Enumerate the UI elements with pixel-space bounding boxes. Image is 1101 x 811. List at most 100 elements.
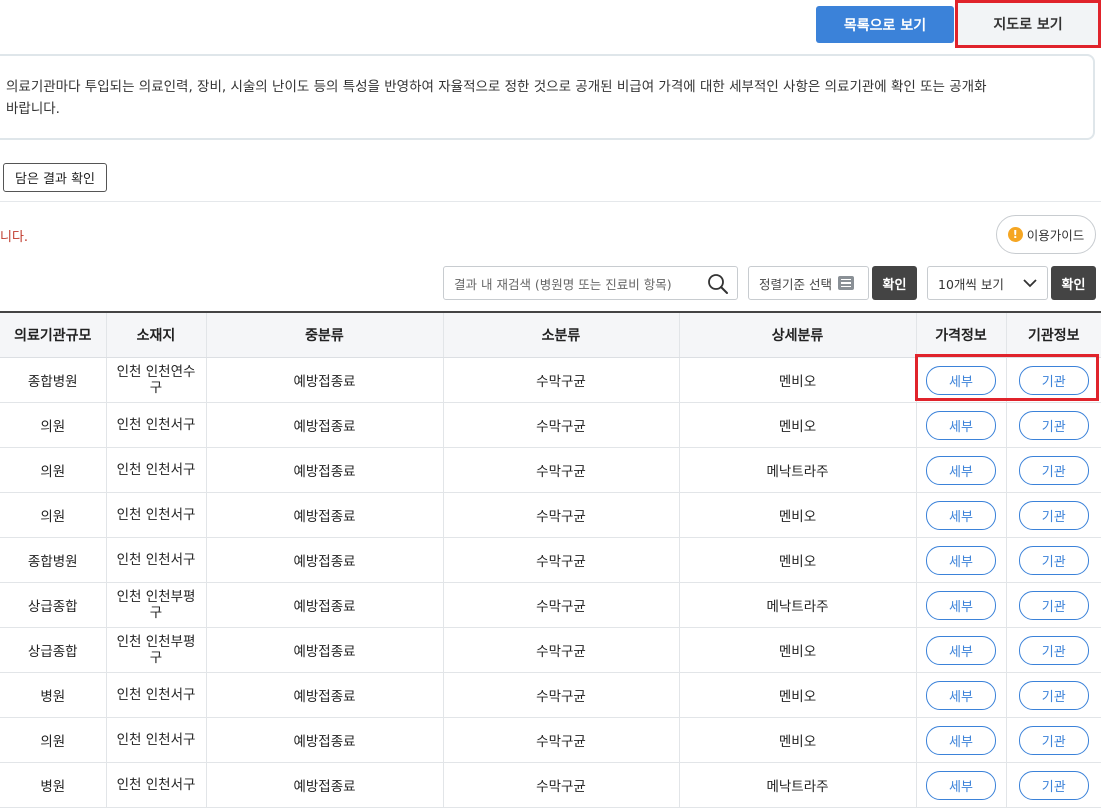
table-header-row: 의료기관규모 소재지 중분류 소분류 상세분류 가격정보 기관정보 <box>0 312 1101 358</box>
cell-detail-category: 멘비오 <box>678 717 916 763</box>
col-header-detail-category: 상세분류 <box>678 312 916 358</box>
institution-cell: 기관 <box>1005 492 1101 538</box>
results-table: 의료기관규모 소재지 중분류 소분류 상세분류 가격정보 기관정보 종합병원 인천… <box>0 311 1101 808</box>
cell-sub-category: 수막구균 <box>442 402 679 448</box>
info-icon: ! <box>1007 227 1023 242</box>
detail-button[interactable]: 세부 <box>926 545 996 575</box>
detail-button[interactable]: 세부 <box>926 500 996 530</box>
col-header-sub-category: 소분류 <box>442 312 679 358</box>
table-row: 병원 인천 인천서구 예방접종료 수막구균 메낙트라주 세부 기관 <box>0 762 1101 808</box>
cell-size: 종합병원 <box>0 537 106 583</box>
cell-size: 병원 <box>0 672 106 718</box>
list-view-button[interactable]: 목록으로 보기 <box>816 6 954 43</box>
institution-button[interactable]: 기관 <box>1018 635 1089 665</box>
user-guide-button[interactable]: ! 이용가이드 <box>996 215 1096 254</box>
institution-cell: 기관 <box>1005 537 1101 583</box>
sort-confirm-button[interactable]: 확인 <box>872 266 917 300</box>
cell-mid-category: 예방접종료 <box>205 537 443 583</box>
list-icon <box>837 276 854 290</box>
warning-text: 니다. <box>0 230 29 245</box>
cell-mid-category: 예방접종료 <box>205 762 443 808</box>
cell-sub-category: 수막구균 <box>442 717 679 763</box>
institution-cell: 기관 <box>1005 717 1101 763</box>
table-row: 상급종합 인천 인천부평구 예방접종료 수막구균 메낙트라주 세부 기관 <box>0 582 1101 628</box>
page-size-confirm-button[interactable]: 확인 <box>1051 266 1096 300</box>
map-view-button[interactable]: 지도로 보기 <box>955 0 1101 48</box>
cell-size: 병원 <box>0 762 106 808</box>
cell-location: 인천 인천서구 <box>105 402 206 448</box>
table-row: 의원 인천 인천서구 예방접종료 수막구균 멘비오 세부 기관 <box>0 717 1101 763</box>
institution-button[interactable]: 기관 <box>1018 680 1089 710</box>
detail-cell: 세부 <box>915 762 1006 808</box>
institution-cell: 기관 <box>1005 762 1101 808</box>
cell-detail-category: 멘비오 <box>678 402 916 448</box>
detail-button[interactable]: 세부 <box>926 410 996 440</box>
col-header-institution-info: 기관정보 <box>1005 312 1101 358</box>
cell-size: 의원 <box>0 447 106 493</box>
institution-button[interactable]: 기관 <box>1018 590 1089 620</box>
institution-button[interactable]: 기관 <box>1018 770 1089 800</box>
sort-select-label: 정렬기준 선택 <box>759 276 832 292</box>
chevron-down-icon <box>1023 278 1037 287</box>
detail-button[interactable]: 세부 <box>926 365 996 395</box>
col-header-size: 의료기관규모 <box>0 312 106 358</box>
search-icon[interactable] <box>707 273 729 295</box>
cell-detail-category: 멘비오 <box>678 537 916 583</box>
table-row: 의원 인천 인천서구 예방접종료 수막구균 멘비오 세부 기관 <box>0 492 1101 538</box>
detail-button[interactable]: 세부 <box>926 770 996 800</box>
detail-cell: 세부 <box>915 447 1006 493</box>
cell-size: 상급종합 <box>0 627 106 673</box>
cell-detail-category: 메낙트라주 <box>678 582 916 628</box>
detail-cell: 세부 <box>915 537 1006 583</box>
search-box <box>443 266 738 301</box>
institution-button[interactable]: 기관 <box>1018 365 1089 395</box>
detail-button[interactable]: 세부 <box>926 680 996 710</box>
cell-size: 의원 <box>0 717 106 763</box>
table-row: 의원 인천 인천서구 예방접종료 수막구균 멘비오 세부 기관 <box>0 402 1101 448</box>
cell-location: 인천 인천연수구 <box>105 357 206 403</box>
notice-line-1: 의료기관마다 투입되는 의료인력, 장비, 시술의 난이도 등의 특성을 반영하… <box>6 79 987 95</box>
detail-button[interactable]: 세부 <box>926 725 996 755</box>
cell-size: 의원 <box>0 492 106 538</box>
institution-cell: 기관 <box>1005 402 1101 448</box>
institution-cell: 기관 <box>1005 672 1101 718</box>
page-size-select[interactable]: 10개씩 보기 <box>927 266 1048 300</box>
table-row: 병원 인천 인천서구 예방접종료 수막구균 멘비오 세부 기관 <box>0 672 1101 718</box>
notice-line-2: 바랍니다. <box>6 101 60 117</box>
cell-sub-category: 수막구균 <box>442 537 679 583</box>
cell-sub-category: 수막구균 <box>442 582 679 628</box>
institution-cell: 기관 <box>1005 582 1101 628</box>
institution-button[interactable]: 기관 <box>1018 410 1089 440</box>
cell-sub-category: 수막구균 <box>442 672 679 718</box>
institution-cell: 기관 <box>1005 627 1101 673</box>
cell-mid-category: 예방접종료 <box>205 582 443 628</box>
table-row: 종합병원 인천 인천연수구 예방접종료 수막구균 멘비오 세부 기관 <box>0 357 1101 403</box>
detail-button[interactable]: 세부 <box>926 635 996 665</box>
institution-button[interactable]: 기관 <box>1018 455 1089 485</box>
search-input[interactable] <box>452 267 706 301</box>
detail-cell: 세부 <box>915 717 1006 763</box>
sort-select[interactable]: 정렬기준 선택 <box>748 266 869 300</box>
cell-mid-category: 예방접종료 <box>205 672 443 718</box>
cell-size: 상급종합 <box>0 582 106 628</box>
cell-location: 인천 인천서구 <box>105 537 206 583</box>
cell-sub-category: 수막구균 <box>442 357 679 403</box>
institution-button[interactable]: 기관 <box>1018 500 1089 530</box>
detail-cell: 세부 <box>915 672 1006 718</box>
institution-cell: 기관 <box>1005 447 1101 493</box>
divider <box>0 201 1101 202</box>
cell-sub-category: 수막구균 <box>442 492 679 538</box>
cell-detail-category: 메낙트라주 <box>678 447 916 493</box>
cell-location: 인천 인천부평구 <box>105 582 206 628</box>
cell-detail-category: 메낙트라주 <box>678 762 916 808</box>
cell-mid-category: 예방접종료 <box>205 402 443 448</box>
institution-button[interactable]: 기관 <box>1018 725 1089 755</box>
cell-location: 인천 인천서구 <box>105 672 206 718</box>
cart-result-button[interactable]: 담은 결과 확인 <box>3 163 107 192</box>
col-header-price-info: 가격정보 <box>915 312 1006 358</box>
cell-size: 종합병원 <box>0 357 106 403</box>
institution-button[interactable]: 기관 <box>1018 545 1089 575</box>
page-size-label: 10개씩 보기 <box>938 276 1004 292</box>
detail-button[interactable]: 세부 <box>926 455 996 485</box>
detail-button[interactable]: 세부 <box>926 590 996 620</box>
